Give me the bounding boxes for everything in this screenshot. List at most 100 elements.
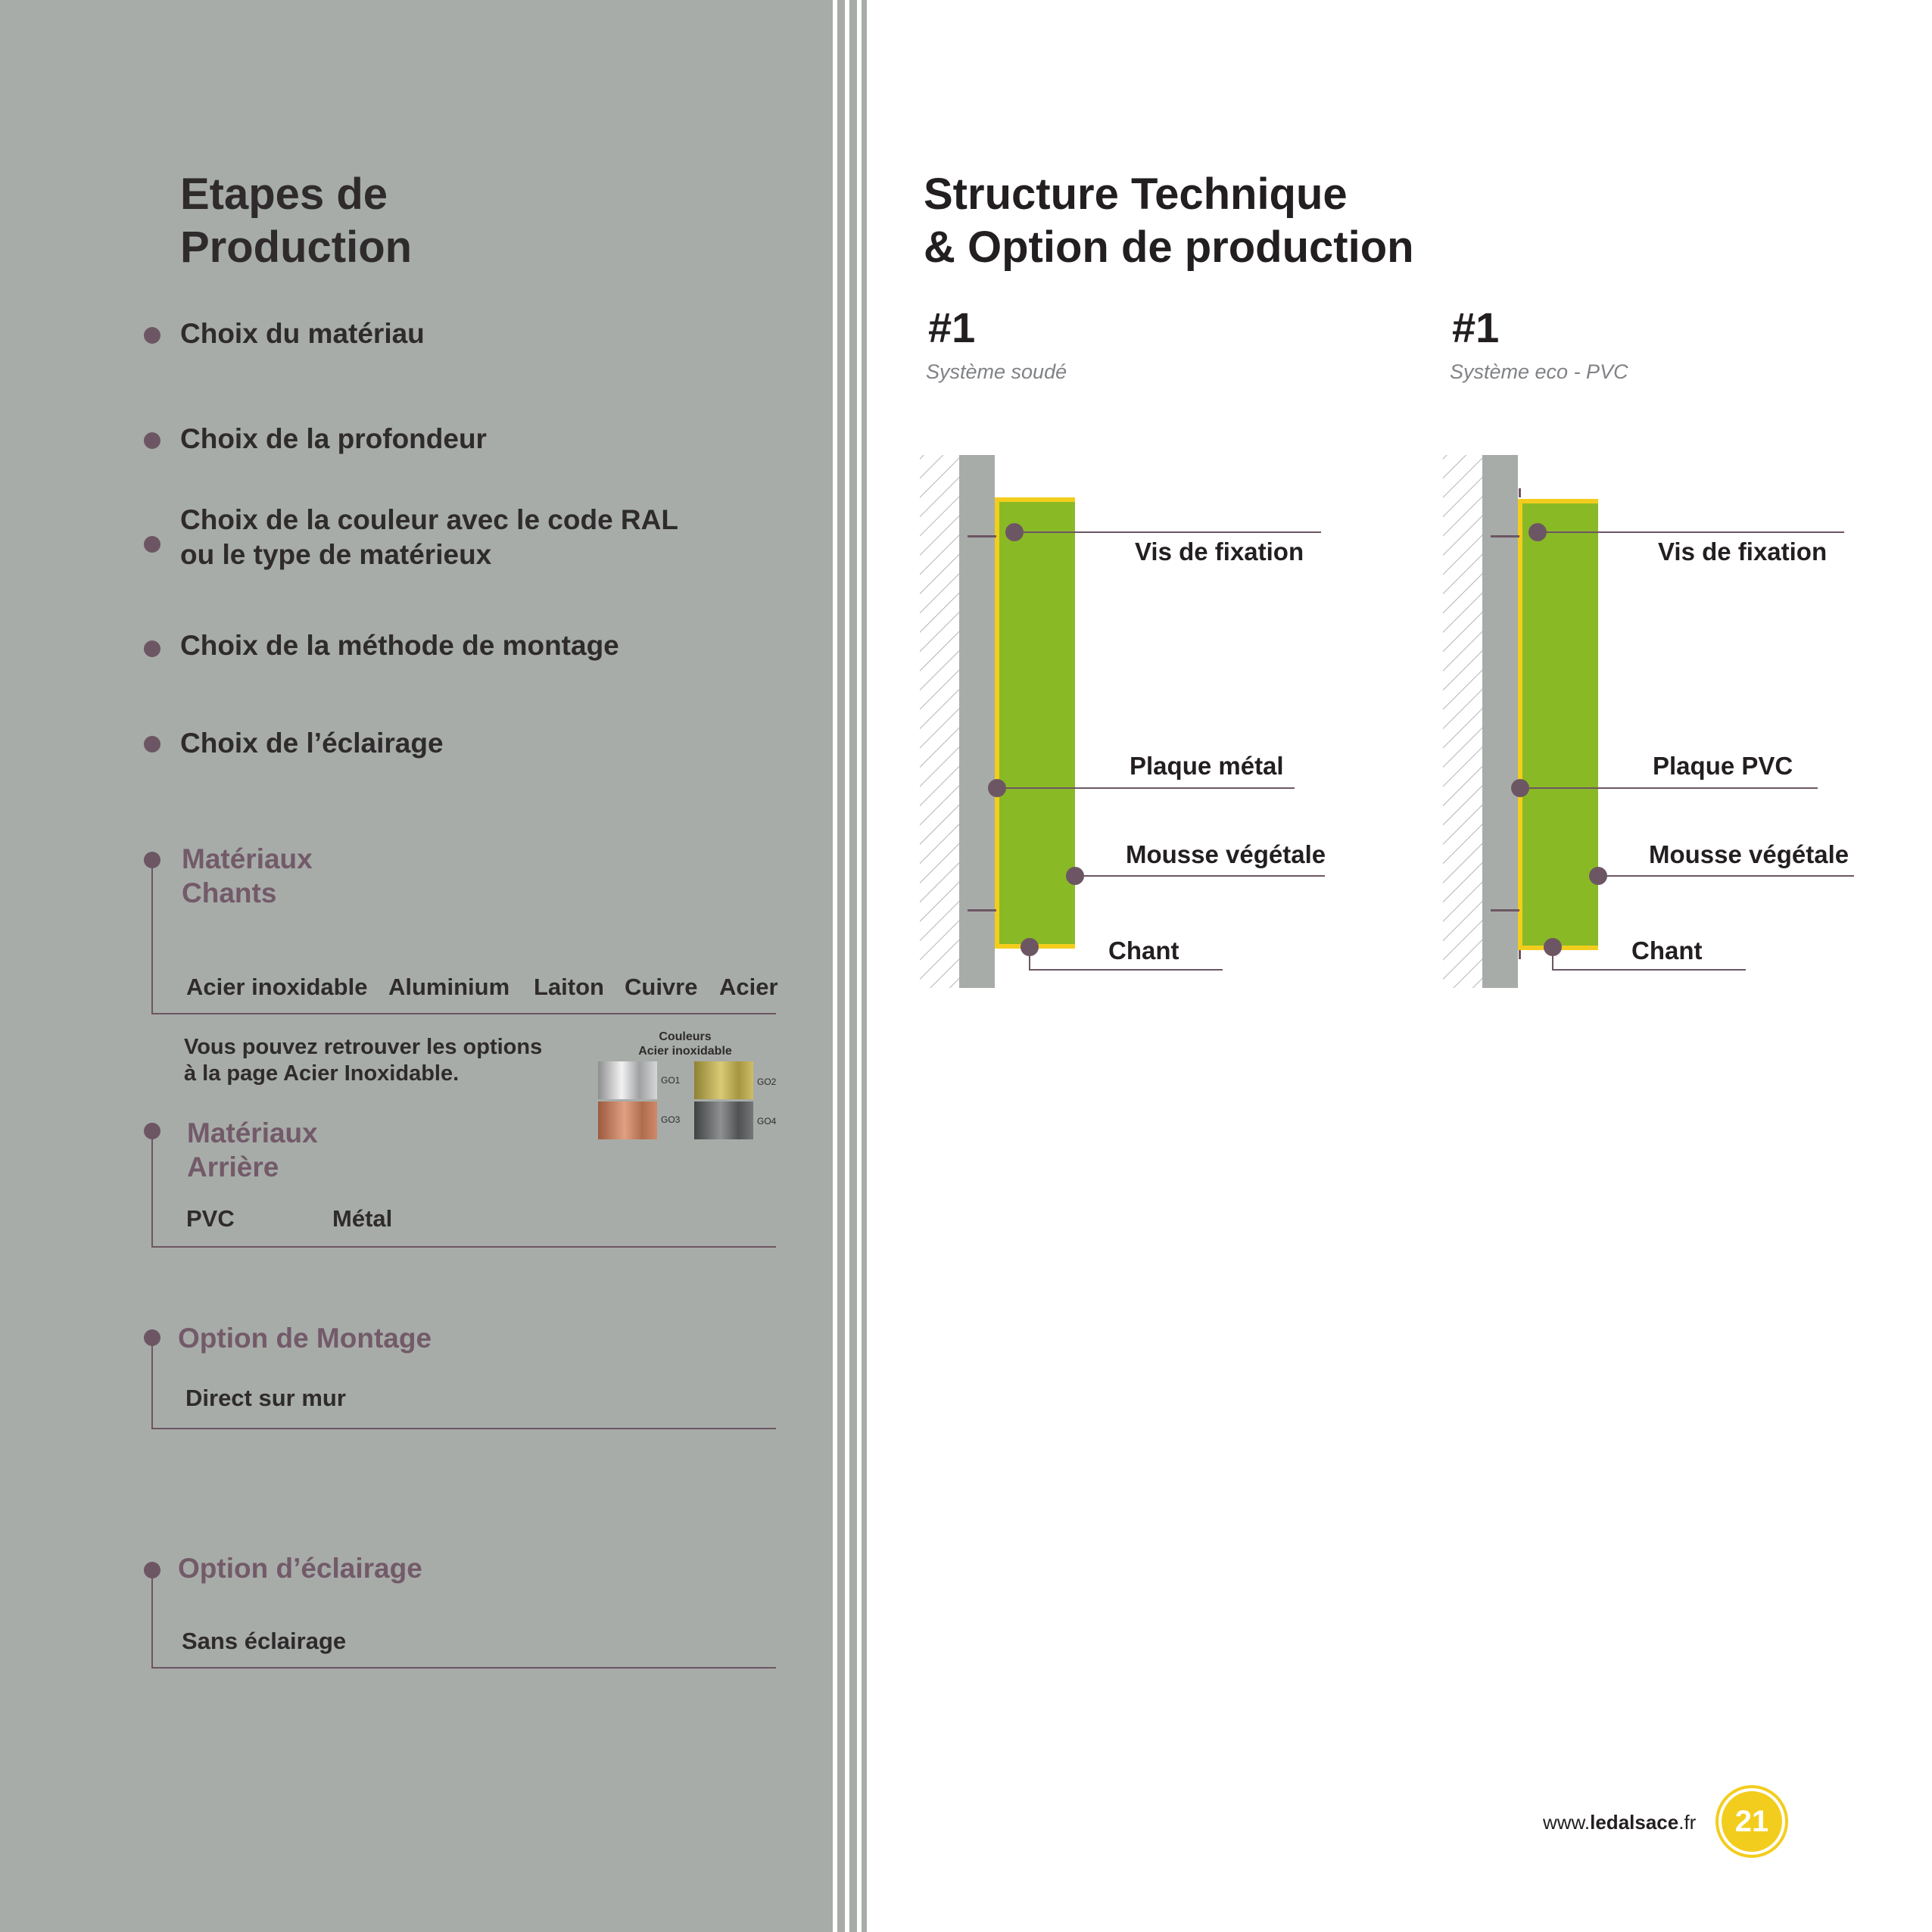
divider-stripe (837, 0, 845, 1932)
note-line1: Vous pouvez retrouver les options (184, 1035, 543, 1059)
swatch-code-go2: GO2 (757, 1077, 777, 1087)
wall-hatch (920, 455, 959, 988)
system1-label-edge: Chant (1108, 936, 1179, 964)
screw-icon (1491, 535, 1519, 538)
bullet-dot (144, 432, 160, 449)
footer-url[interactable]: www.ledalsace.fr (1543, 1811, 1696, 1834)
swatch-code-go3: GO3 (661, 1114, 681, 1125)
section-rule (151, 1667, 776, 1669)
system1-diagram (920, 455, 1325, 988)
arriere-title-line1: Matériaux (187, 1117, 318, 1148)
swatch-go3 (598, 1102, 657, 1139)
swatch-go4 (694, 1102, 753, 1139)
montage-title: Option de Montage (178, 1323, 432, 1354)
callout-dot (1528, 523, 1547, 541)
left-title: Etapes de Production (180, 168, 412, 274)
url-suffix: .fr (1678, 1811, 1697, 1834)
top-edge (995, 497, 1075, 502)
callout-dot (1544, 938, 1562, 956)
arriere-title-line2: Arrière (187, 1151, 279, 1183)
section-bracket (151, 860, 153, 1014)
system1-subtitle: Système soudé (926, 360, 1067, 383)
right-title: Structure Technique & Option de producti… (924, 168, 1414, 274)
eclairage-title: Option d’éclairage (178, 1553, 422, 1584)
callout-dot (1021, 938, 1039, 956)
section-rule (151, 1246, 776, 1248)
bullet-dot (144, 736, 160, 753)
top-edge (1518, 499, 1598, 503)
system1-label-screw: Vis de fixation (1135, 538, 1304, 566)
left-panel (0, 0, 833, 1932)
callout-dot (988, 779, 1006, 797)
section-bracket (151, 1131, 153, 1248)
chant-option-brass: Laiton (534, 974, 604, 1000)
right-title-line2: & Option de production (924, 223, 1414, 272)
system1-label-plate: Plaque métal (1130, 752, 1284, 780)
callout-dot (1511, 779, 1529, 797)
url-prefix: www. (1543, 1811, 1591, 1834)
wall-hatch (1443, 455, 1482, 988)
callout-dot (1066, 867, 1084, 885)
system2-label-moss: Mousse végétale (1649, 840, 1849, 868)
eclairage-option: Sans éclairage (182, 1628, 347, 1654)
chants-title: Matériaux Chants (182, 842, 313, 910)
system2-subtitle: Système eco - PVC (1450, 360, 1628, 383)
arriere-option-pvc: PVC (186, 1205, 235, 1232)
step-color-line1: Choix de la couleur avec le code RAL (180, 504, 678, 535)
section-rule (151, 1428, 776, 1429)
note-line2: à la page Acier Inoxidable. (184, 1061, 460, 1086)
swatch-title: Couleurs Acier inoxidable (617, 1030, 753, 1058)
bullet-dot (144, 640, 160, 657)
callout-dot (1589, 867, 1607, 885)
chant-option-copper: Cuivre (625, 974, 698, 1000)
chants-title-line1: Matériaux (182, 843, 313, 874)
right-title-line1: Structure Technique (924, 170, 1348, 219)
step-depth: Choix de la profondeur (180, 423, 487, 454)
back-plate-edge (1518, 502, 1522, 949)
section-bracket (151, 1338, 153, 1429)
moss-panel (1522, 502, 1598, 949)
page-number-badge: 21 (1719, 1788, 1785, 1855)
bullet-dot (144, 327, 160, 344)
system1-number: #1 (928, 304, 976, 351)
callout-dot (1005, 523, 1024, 541)
chant-option-aluminium: Aluminium (388, 974, 510, 1000)
step-lighting: Choix de l’éclairage (180, 728, 444, 759)
chant-option-stainless: Acier inoxidable (186, 974, 368, 1000)
chants-title-line2: Chants (182, 877, 277, 908)
url-domain: ledalsace (1590, 1811, 1679, 1834)
swatch-code-go1: GO1 (661, 1075, 681, 1086)
stainless-note: Vous pouvez retrouver les options à la p… (184, 1034, 542, 1087)
swatch-code-go4: GO4 (757, 1116, 777, 1126)
wall (959, 455, 995, 988)
bullet-dot (144, 536, 160, 553)
left-title-line1: Etapes de (180, 170, 388, 219)
step-material: Choix du matériau (180, 318, 425, 349)
left-title-line2: Production (180, 223, 413, 272)
arriere-title: Matériaux Arrière (187, 1116, 318, 1184)
back-plate-edge (995, 500, 999, 947)
divider-stripe (862, 0, 867, 1932)
screw-icon (968, 909, 996, 911)
screw-icon (1491, 909, 1519, 911)
system2-label-edge: Chant (1631, 936, 1703, 964)
system2-label-plate: Plaque PVC (1653, 752, 1793, 780)
montage-option: Direct sur mur (185, 1385, 346, 1411)
step-color-line2: ou le type de matérieux (180, 539, 492, 570)
system2-number: #1 (1452, 304, 1500, 351)
swatch-go1 (598, 1061, 657, 1099)
system1-label-moss: Mousse végétale (1126, 840, 1326, 868)
swatch-title-line2: Acier inoxidable (638, 1045, 732, 1058)
screw-icon (968, 535, 996, 538)
wall (1482, 455, 1518, 988)
swatch-go2 (694, 1061, 753, 1099)
swatch-title-line1: Couleurs (659, 1030, 712, 1043)
section-rule (151, 1013, 776, 1014)
system2-diagram (1443, 455, 1854, 988)
step-mounting: Choix de la méthode de montage (180, 630, 619, 661)
divider-stripe (849, 0, 857, 1932)
section-bracket (151, 1570, 153, 1669)
moss-panel (999, 500, 1075, 947)
arriere-option-metal: Métal (332, 1205, 393, 1232)
chant-option-steel: Acier (719, 974, 778, 1000)
